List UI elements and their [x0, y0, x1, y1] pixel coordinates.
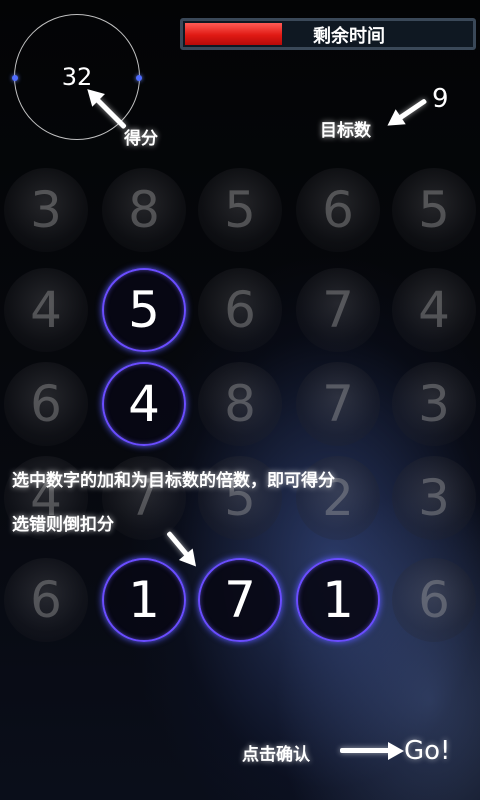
timer-fill [185, 23, 282, 45]
number-cell[interactable]: 1 [296, 558, 380, 642]
number-cell[interactable]: 1 [102, 558, 186, 642]
confirm-label: 点击确认 [242, 745, 310, 765]
number-cell[interactable]: 6 [4, 558, 88, 642]
target-label: 目标数 [320, 121, 371, 141]
target-number: 9 [432, 84, 449, 114]
number-cell[interactable]: 4 [392, 268, 476, 352]
number-cell[interactable]: 5 [392, 168, 476, 252]
target-arrow-icon [394, 98, 428, 123]
confirm-arrow-icon [340, 748, 394, 753]
score-value: 32 [61, 63, 93, 91]
number-cell[interactable]: 5 [102, 268, 186, 352]
number-cell[interactable]: 8 [102, 168, 186, 252]
number-cell[interactable]: 6 [392, 558, 476, 642]
timer-bar: 剩余时间 [180, 18, 476, 50]
number-cell[interactable]: 6 [198, 268, 282, 352]
number-cell[interactable]: 4 [4, 268, 88, 352]
instruction-line-1: 选中数字的加和为目标数的倍数，即可得分 [12, 471, 335, 491]
number-cell[interactable]: 3 [392, 456, 476, 540]
number-cell[interactable]: 3 [4, 168, 88, 252]
number-cell[interactable]: 6 [4, 362, 88, 446]
number-cell[interactable]: 6 [296, 168, 380, 252]
number-cell[interactable]: 5 [198, 168, 282, 252]
timer-label: 剩余时间 [313, 26, 385, 47]
number-cell[interactable]: 7 [198, 558, 282, 642]
instruction-line-2: 选错则倒扣分 [12, 515, 114, 535]
go-button[interactable]: Go! [404, 736, 450, 766]
score-label: 得分 [124, 129, 158, 149]
number-cell[interactable]: 8 [198, 362, 282, 446]
number-cell[interactable]: 7 [296, 268, 380, 352]
number-cell[interactable]: 7 [296, 362, 380, 446]
number-grid: 3856545674648734752361716 [0, 162, 480, 652]
number-cell[interactable]: 3 [392, 362, 476, 446]
number-cell[interactable]: 4 [102, 362, 186, 446]
